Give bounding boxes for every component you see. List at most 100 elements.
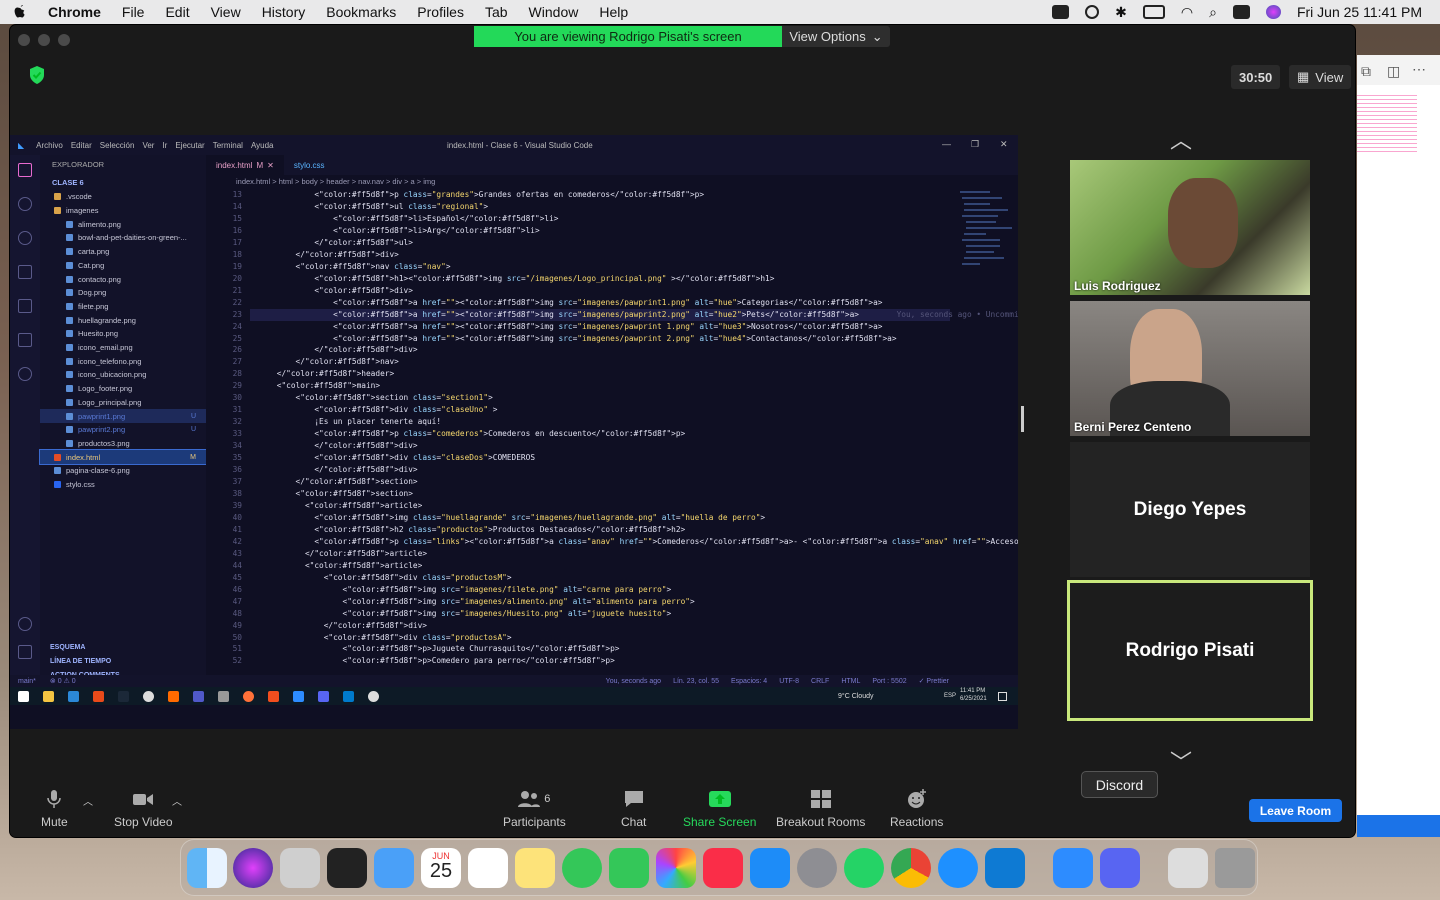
menu-history[interactable]: History — [262, 4, 306, 20]
folder-item[interactable]: .vscode — [40, 190, 206, 204]
leave-room-button[interactable]: Leave Room — [1249, 799, 1342, 822]
participant-tile-active-speaker[interactable]: Rodrigo Pisati — [1067, 580, 1313, 721]
bluetooth-icon[interactable]: ✱ — [1115, 4, 1127, 21]
file-item[interactable]: icono_ubicacion.png — [40, 368, 206, 382]
menu-profiles[interactable]: Profiles — [417, 4, 464, 20]
participants-button[interactable]: 6 Participants — [503, 789, 566, 829]
timeline-section[interactable]: LÍNEA DE TIEMPO — [50, 658, 111, 665]
scroll-down-chevron-icon[interactable]: ﹀ — [1170, 745, 1192, 777]
close-window-button[interactable] — [18, 34, 30, 46]
minimap[interactable] — [958, 189, 1018, 289]
zoom-icon[interactable] — [1053, 848, 1093, 888]
wifi-icon[interactable]: ◠ — [1181, 4, 1193, 21]
minimize-window-button[interactable] — [38, 34, 50, 46]
app-icon[interactable] — [218, 690, 229, 702]
vscode-menu-editar[interactable]: Editar — [71, 141, 92, 150]
bookmarks-icon[interactable] — [18, 333, 32, 347]
security-shield-icon[interactable] — [29, 66, 45, 84]
file-item[interactable]: Dog.png — [40, 286, 206, 300]
zoom-status-icon[interactable] — [1052, 5, 1070, 19]
steam-icon[interactable] — [118, 690, 129, 702]
apple-icon[interactable] — [12, 4, 28, 20]
status-branch[interactable]: main* — [18, 678, 36, 685]
status-problems[interactable]: ⊗ 0 ⚠ 0 — [50, 677, 76, 685]
menu-help[interactable]: Help — [599, 4, 628, 20]
file-item[interactable]: icono_telefono.png — [40, 354, 206, 368]
weather-label[interactable]: 9°C Cloudy — [838, 693, 873, 700]
reminders-icon[interactable] — [468, 848, 508, 888]
background-window[interactable]: ⧉ ◫ ⋯ — [1357, 55, 1440, 837]
breadcrumb[interactable]: index.html > html > body > header > nav.… — [206, 175, 1018, 187]
vscode-menu-ir[interactable]: Ir — [162, 141, 167, 150]
search-icon[interactable]: ⌕ — [1209, 4, 1217, 21]
vscode-menu-terminal[interactable]: Terminal — [213, 141, 243, 150]
status-eol[interactable]: CRLF — [811, 678, 829, 685]
file-item[interactable]: huellagrande.png — [40, 313, 206, 327]
notifications-icon[interactable] — [998, 691, 1007, 701]
remote-icon[interactable] — [18, 367, 32, 381]
stop-video-button[interactable]: Stop Video — [114, 789, 173, 829]
file-item[interactable]: alimento.png — [40, 217, 206, 231]
firefox-icon[interactable] — [243, 690, 254, 702]
file-item[interactable]: stylo.css — [40, 478, 206, 492]
windows-start-icon[interactable] — [18, 690, 29, 702]
tab-index-html[interactable]: index.html M ✕ — [206, 155, 284, 175]
workspace-folder[interactable]: CLASE 6 — [40, 176, 206, 190]
video-options-caret-icon[interactable]: ︿ — [172, 793, 182, 808]
menubar-clock[interactable]: Fri Jun 25 11:41 PM — [1297, 4, 1422, 20]
file-item[interactable]: pagina-clase-6.png — [40, 464, 206, 478]
discord-icon[interactable] — [1100, 848, 1140, 888]
explorer-icon[interactable] — [18, 163, 32, 177]
vscode-taskbar-icon[interactable] — [343, 690, 354, 702]
status-prettier[interactable]: ✓ Prettier — [919, 677, 949, 685]
whatsapp-icon[interactable] — [844, 848, 884, 888]
menu-tab[interactable]: Tab — [485, 4, 508, 20]
control-center-icon[interactable] — [1232, 5, 1250, 19]
vscode-menu-ayuda[interactable]: Ayuda — [251, 141, 274, 150]
split-resize-handle[interactable] — [1021, 406, 1024, 432]
file-item[interactable]: carta.png — [40, 245, 206, 259]
calendar-icon[interactable]: JUN 25 — [421, 848, 461, 888]
menu-window[interactable]: Window — [529, 4, 579, 20]
file-item[interactable]: icono_email.png — [40, 341, 206, 355]
status-blame[interactable]: You, seconds ago — [606, 678, 661, 685]
share-screen-button[interactable]: Share Screen — [683, 789, 756, 829]
file-explorer-icon[interactable] — [43, 690, 54, 702]
vscode-close-icon[interactable]: ✕ — [1000, 139, 1010, 149]
source-control-icon[interactable] — [18, 231, 32, 245]
photos-icon[interactable] — [656, 848, 696, 888]
file-item[interactable]: bowl-and-pet-daities-on-green-... — [40, 231, 206, 245]
tab-stylo-css[interactable]: stylo.css — [284, 155, 335, 175]
vscode-minimize-icon[interactable]: — — [942, 139, 952, 149]
music-icon[interactable] — [703, 848, 743, 888]
status-language[interactable]: HTML — [841, 678, 860, 685]
run-debug-icon[interactable] — [18, 265, 32, 279]
accounts-icon[interactable] — [18, 617, 32, 631]
vscode-restore-icon[interactable]: ❐ — [971, 139, 981, 149]
illustrator-icon[interactable] — [168, 690, 179, 702]
mission-control-icon[interactable] — [327, 848, 367, 888]
notes-icon[interactable] — [515, 848, 555, 888]
folder-item[interactable]: imagenes — [40, 204, 206, 218]
file-item[interactable]: index.html M — [39, 449, 207, 465]
mute-button[interactable]: Mute — [41, 789, 68, 829]
audio-options-caret-icon[interactable]: ︿ — [83, 793, 93, 808]
view-button[interactable]: ▦ View — [1289, 65, 1352, 89]
messages-icon[interactable] — [562, 848, 602, 888]
file-item[interactable]: pawprint1.png U — [40, 409, 206, 423]
status-spaces[interactable]: Espacios: 4 — [731, 678, 767, 685]
input-language[interactable]: ESP — [944, 693, 956, 699]
vscode-menu-seleccion[interactable]: Selección — [100, 141, 135, 150]
taskbar-time[interactable]: 11:41 PM — [960, 688, 985, 694]
reactions-button[interactable]: Reactions — [890, 789, 943, 829]
manage-gear-icon[interactable] — [18, 645, 32, 659]
time-machine-icon[interactable] — [1085, 5, 1100, 19]
more-options-icon[interactable]: ⋯ — [1412, 61, 1426, 78]
chat-button[interactable]: Chat — [621, 789, 646, 829]
scroll-up-chevron-icon[interactable]: ︿ — [1170, 123, 1192, 155]
outline-section[interactable]: ESQUEMA — [50, 644, 85, 651]
file-item[interactable]: pawprint2.png U — [40, 423, 206, 437]
zoom-taskbar-icon[interactable] — [293, 690, 304, 702]
extensions-icon[interactable] — [18, 299, 32, 313]
mail-icon[interactable] — [68, 690, 79, 702]
